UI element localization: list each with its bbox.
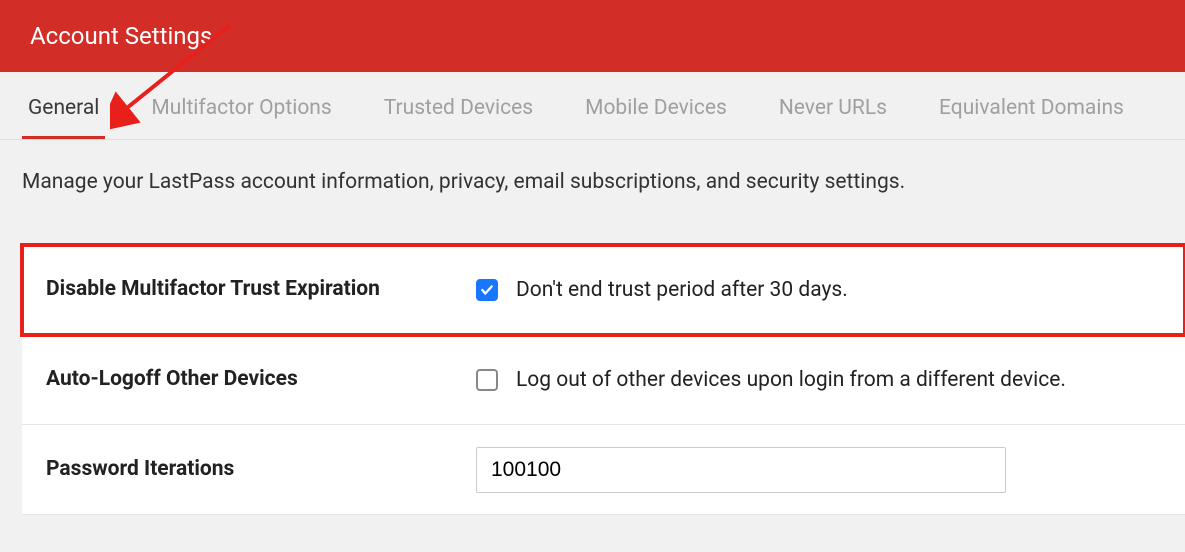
tab-general[interactable]: General — [22, 72, 105, 139]
tab-never-urls[interactable]: Never URLs — [773, 72, 893, 139]
settings-table: Disable Multifactor Trust Expiration Don… — [22, 244, 1185, 515]
input-password-iterations[interactable] — [476, 447, 1006, 493]
setting-control-auto-logoff: Log out of other devices upon login from… — [452, 348, 1185, 412]
setting-label-password-iterations: Password Iterations — [22, 435, 452, 503]
setting-control-password-iterations — [452, 427, 1185, 513]
tab-equivalent-domains[interactable]: Equivalent Domains — [933, 72, 1130, 139]
tab-description: Manage your LastPass account information… — [0, 140, 1185, 244]
setting-label-auto-logoff: Auto-Logoff Other Devices — [22, 345, 452, 413]
setting-control-multifactor-trust: Don't end trust period after 30 days. — [452, 258, 1185, 322]
page-title: Account Settings — [30, 22, 212, 50]
checkbox-auto-logoff[interactable] — [476, 369, 498, 391]
checkbox-multifactor-trust[interactable] — [476, 279, 498, 301]
setting-row-multifactor-trust: Disable Multifactor Trust Expiration Don… — [22, 245, 1185, 335]
tab-multifactor-options[interactable]: Multifactor Options — [145, 72, 337, 139]
setting-label-multifactor-trust: Disable Multifactor Trust Expiration — [22, 255, 452, 323]
tabs-bar: General Multifactor Options Trusted Devi… — [0, 72, 1185, 140]
checkbox-label-auto-logoff: Log out of other devices upon login from… — [516, 368, 1066, 392]
tab-trusted-devices[interactable]: Trusted Devices — [378, 72, 539, 139]
page-header: Account Settings — [0, 0, 1185, 72]
setting-row-password-iterations: Password Iterations — [22, 425, 1185, 515]
checkbox-label-multifactor-trust: Don't end trust period after 30 days. — [516, 278, 848, 302]
tab-mobile-devices[interactable]: Mobile Devices — [579, 72, 733, 139]
setting-row-auto-logoff: Auto-Logoff Other Devices Log out of oth… — [22, 335, 1185, 425]
